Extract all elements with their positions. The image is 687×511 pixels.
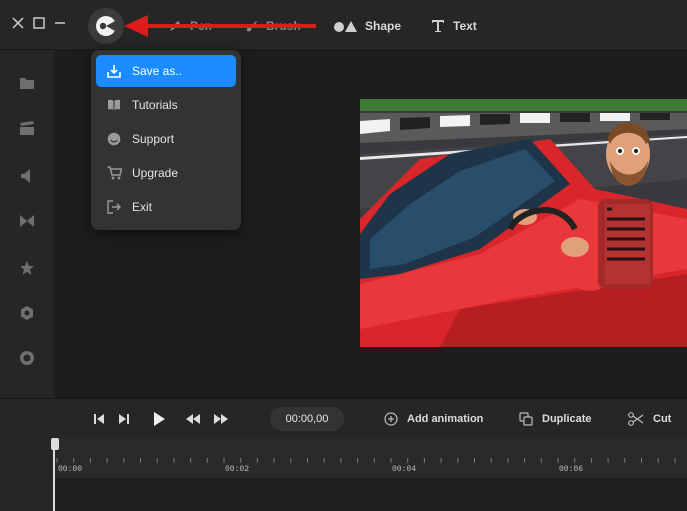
main-dropdown-menu: Save as.. Tutorials Support Upgrade Exit [91, 50, 241, 230]
play-icon [154, 412, 165, 426]
save-icon [107, 65, 121, 78]
tool-text-label: Text [453, 19, 477, 33]
top-toolbar: Pen Brush Shape Text [0, 0, 687, 50]
cut-button[interactable]: Cut [628, 409, 671, 429]
menu-item-label: Support [132, 132, 175, 146]
minimize-window-icon[interactable] [52, 14, 68, 32]
sidebar-item-scenes[interactable] [16, 117, 38, 139]
transition-icon [20, 215, 34, 227]
sidebar-item-transitions[interactable] [16, 210, 38, 232]
timecode-display: 00:00,00 [270, 407, 344, 431]
star-icon [20, 261, 34, 275]
menu-item-save-as[interactable]: Save as.. [96, 55, 236, 87]
duplicate-label: Duplicate [542, 413, 592, 425]
add-circle-icon [384, 412, 398, 426]
playback-controls-bar: 00:00,00 Add animation Duplicate Cut [0, 398, 687, 438]
menu-item-upgrade[interactable]: Upgrade [96, 157, 236, 189]
menu-item-label: Upgrade [132, 166, 179, 180]
brush-icon [246, 21, 257, 32]
shape-icon [334, 21, 357, 32]
skip-to-start-button[interactable] [92, 409, 106, 429]
rewind-icon [186, 414, 200, 424]
sidebar-item-audio[interactable] [16, 165, 38, 187]
clapperboard-icon [20, 121, 34, 135]
menu-item-tutorials[interactable]: Tutorials [96, 89, 236, 121]
duplicate-button[interactable]: Duplicate [519, 409, 592, 429]
skip-start-icon [94, 414, 104, 424]
sidebar-item-record[interactable] [16, 347, 38, 369]
rewind-button[interactable] [185, 409, 201, 429]
app-logo-icon [96, 16, 117, 36]
menu-item-exit[interactable]: Exit [96, 191, 236, 223]
record-icon [20, 351, 34, 365]
fast-forward-button[interactable] [213, 409, 229, 429]
pen-icon [170, 21, 180, 31]
book-icon [108, 99, 120, 110]
maximize-window-icon[interactable] [31, 14, 47, 32]
add-animation-button[interactable]: Add animation [384, 409, 483, 429]
menu-item-label: Exit [132, 200, 153, 214]
cut-label: Cut [653, 413, 672, 425]
sidebar-item-favorites[interactable] [16, 257, 38, 279]
text-icon [432, 20, 444, 32]
video-preview-image [360, 99, 687, 347]
scissors-icon [628, 412, 644, 426]
exit-icon [107, 200, 121, 214]
skip-to-end-button[interactable] [117, 409, 131, 429]
timeline-tick-label: 00:00 [58, 465, 83, 474]
fast-forward-icon [214, 414, 228, 424]
sidebar-item-media[interactable] [16, 72, 38, 94]
add-animation-label: Add animation [407, 413, 484, 425]
play-button[interactable] [150, 409, 168, 429]
left-sidebar [0, 50, 54, 398]
timeline-ruler[interactable]: 00:00 00:02 00:04 00:06 [54, 438, 687, 478]
tool-brush-label: Brush [266, 19, 301, 33]
menu-item-label: Tutorials [132, 98, 178, 112]
menu-item-support[interactable]: Support [96, 123, 236, 155]
smile-icon [107, 132, 121, 146]
timeline-tick-label: 00:04 [392, 465, 417, 474]
timeline-tick-label: 00:06 [559, 465, 584, 474]
tool-brush[interactable]: Brush [244, 16, 301, 36]
hexagon-icon [21, 306, 33, 320]
playhead-handle[interactable] [51, 438, 59, 450]
tool-shape[interactable]: Shape [333, 16, 401, 36]
timeline-tick-label: 00:02 [225, 465, 250, 474]
speaker-icon [21, 169, 30, 183]
timeline[interactable]: 00:00 00:02 00:04 00:06 [0, 438, 687, 511]
menu-item-label: Save as.. [132, 64, 183, 78]
tool-shape-label: Shape [365, 19, 402, 33]
timeline-track-header [0, 438, 54, 511]
skip-end-icon [119, 414, 129, 424]
folder-icon [20, 78, 34, 89]
duplicate-icon [519, 412, 533, 426]
close-window-icon[interactable] [10, 14, 26, 32]
tool-pen[interactable]: Pen [168, 16, 212, 36]
tool-pen-label: Pen [190, 19, 213, 33]
tool-text[interactable]: Text [431, 16, 477, 36]
sidebar-item-elements[interactable] [16, 302, 38, 324]
cart-icon [107, 166, 122, 180]
app-logo-menu-button[interactable] [88, 8, 124, 44]
